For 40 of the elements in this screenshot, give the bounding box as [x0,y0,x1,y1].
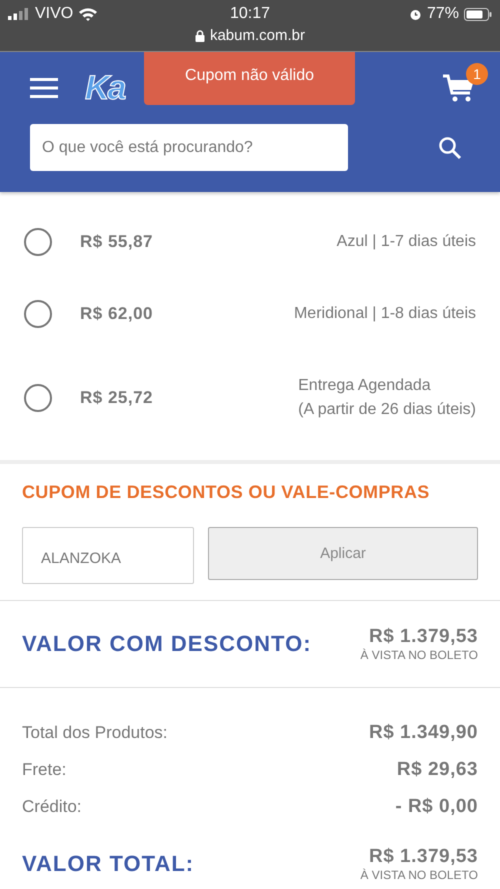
radio-button[interactable] [24,300,52,328]
summary-value: R$ 1.349,90 [368,722,478,744]
discount-label: VALOR COM DESCONTO: [22,631,312,657]
apply-button[interactable]: Aplicar [208,527,478,580]
battery-percent: 77% [426,5,459,23]
shipping-price: R$ 62,00 [80,304,153,324]
menu-icon[interactable] [30,77,58,99]
logo[interactable]: Ka [85,68,124,108]
error-toast: Cupom não válido [144,52,355,105]
payment-note: À VISTA NO BOLETO [360,868,478,882]
discount-amount: R$ 1.379,53 [368,626,478,648]
battery-icon [464,8,492,20]
shipping-price: R$ 25,72 [80,388,153,408]
shipping-description: Entrega Agendada [298,377,432,395]
wifi-icon [78,7,98,21]
status-time: 10:17 [230,5,270,23]
search-field[interactable]: O que você está procurando? [30,124,348,171]
radio-button[interactable] [24,384,52,412]
signal-icon [8,8,30,20]
shipping-description: (A partir de 26 dias úteis) [298,401,476,419]
shipping-description: Azul | 1-7 dias úteis [336,233,476,251]
total-label: VALOR TOTAL: [22,851,194,877]
shipping-description: Meridional | 1-8 dias úteis [294,305,476,323]
lock-icon [194,30,205,42]
shipping-price: R$ 55,87 [80,232,153,252]
total-amount: R$ 1.379,53 [368,846,478,868]
summary-label: Crédito: [22,796,82,816]
summary-value: - R$ 0,00 [395,796,478,818]
alarm-icon [408,8,422,20]
radio-button[interactable] [24,228,52,256]
coupon-heading: CUPOM DE DESCONTOS OU VALE-COMPRAS [22,482,431,503]
payment-note: À VISTA NO BOLETO [360,648,478,662]
summary-value: R$ 29,63 [396,758,478,780]
summary-label: Frete: [22,760,66,780]
url-text[interactable]: kabum.com.br [210,27,306,44]
summary-label: Total dos Produtos: [22,722,168,742]
coupon-field[interactable]: ALANZOKA [22,527,194,584]
search-icon[interactable] [438,136,462,160]
cart-count-badge: 1 [466,63,488,85]
carrier-name: VIVO [35,5,74,23]
